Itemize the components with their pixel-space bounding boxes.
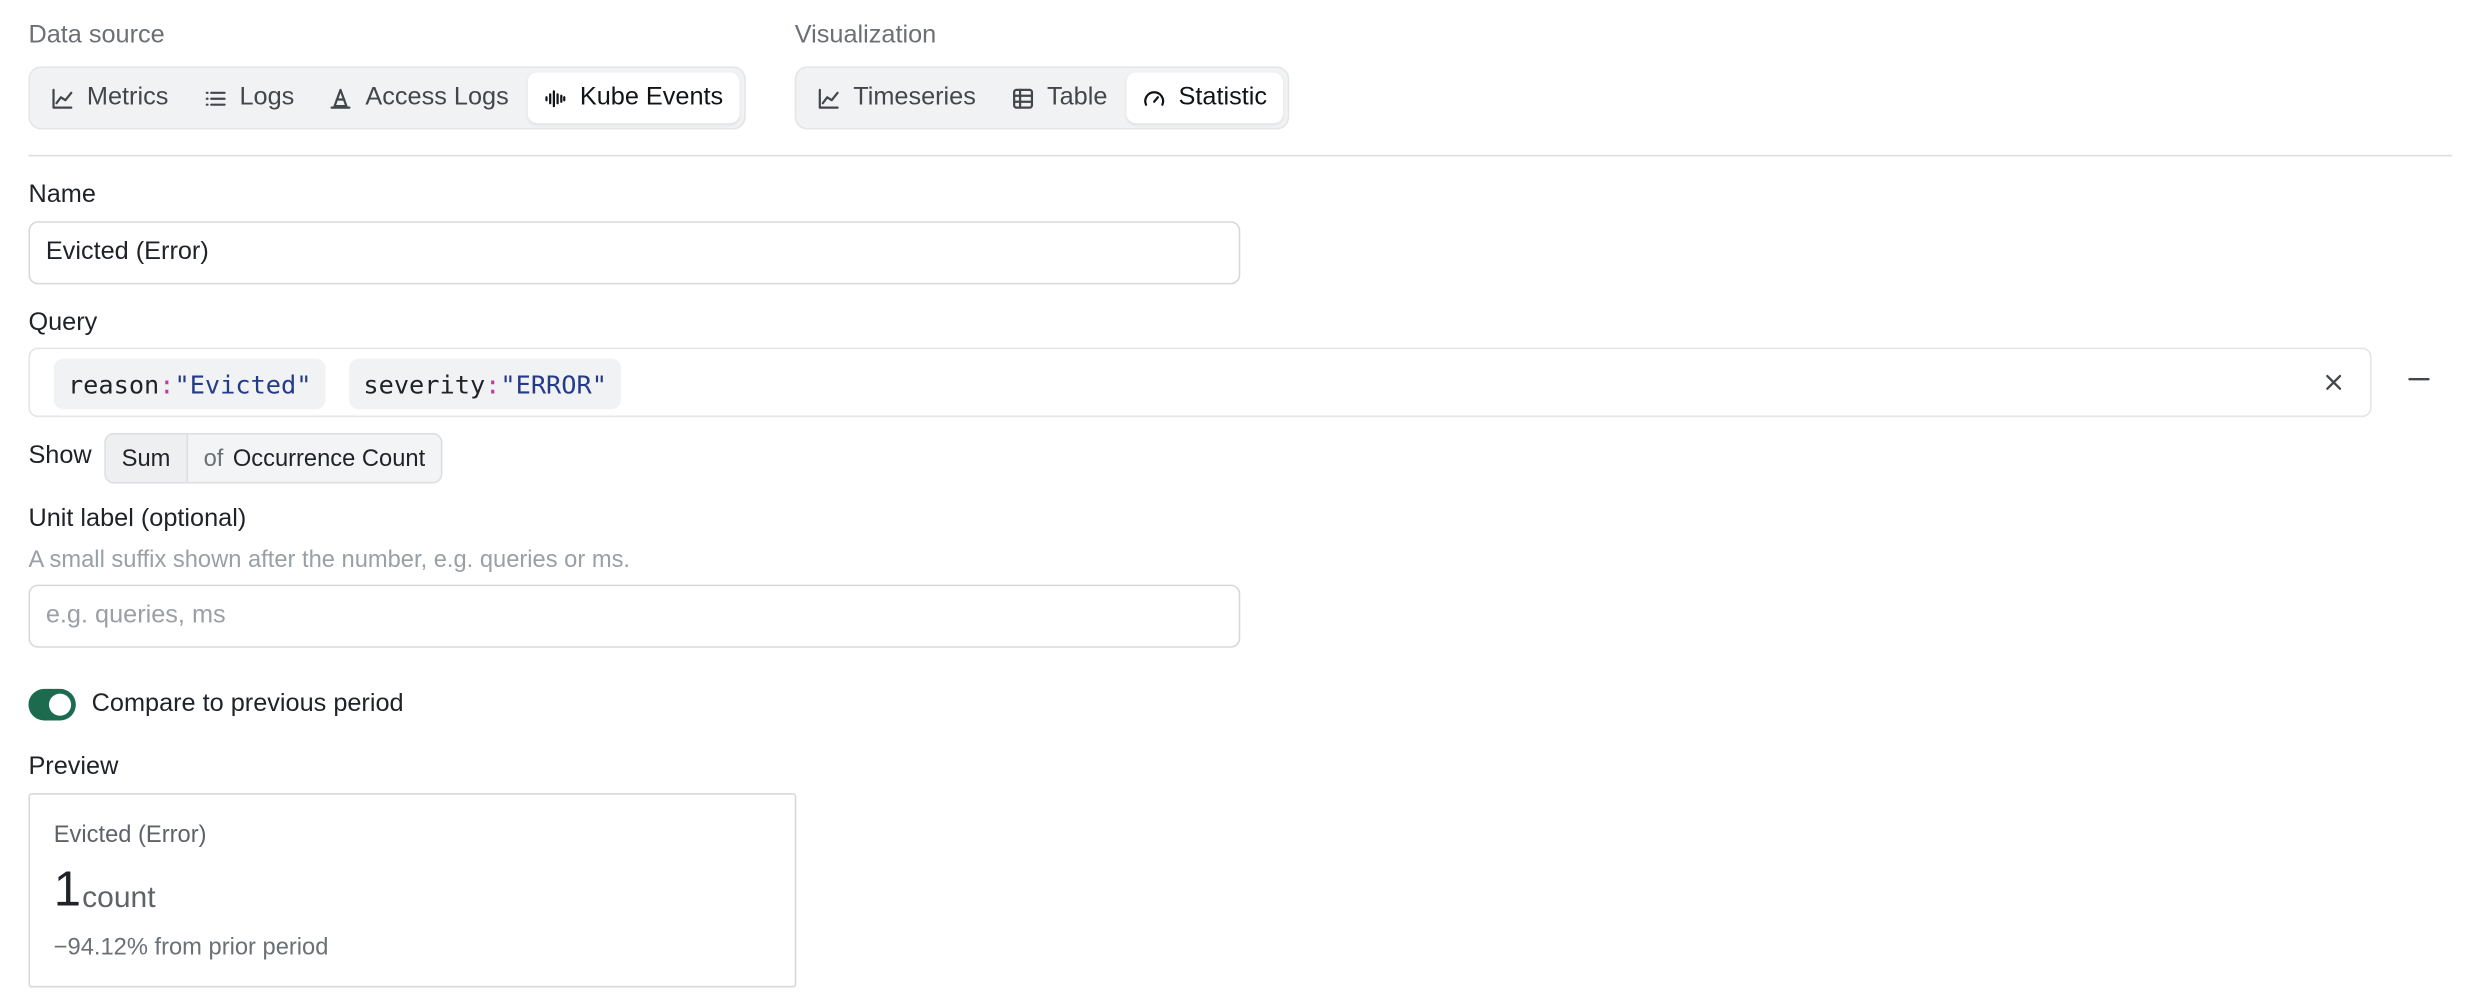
data-source-label: Data source [28, 22, 165, 49]
unit-input[interactable] [28, 584, 1241, 648]
data-source-kube-events-label: Kube Events [579, 83, 724, 111]
query-filter-key: reason [67, 368, 160, 399]
name-label: Name [28, 181, 96, 209]
clear-query-icon[interactable] [2319, 368, 2347, 396]
preview-title: Evicted (Error) [53, 821, 207, 849]
line-chart-icon [52, 87, 73, 108]
data-source-logs-label: Logs [239, 83, 295, 111]
query-filter-separator: : [485, 368, 501, 399]
compare-toggle-knob [48, 693, 72, 716]
aggregation-field-button[interactable]: of Occurrence Count [188, 445, 441, 472]
visualization-label: Visualization [794, 22, 937, 49]
compare-toggle-label[interactable]: Compare to previous period [92, 690, 404, 718]
data-source-kube-events[interactable]: Kube Events [527, 72, 739, 124]
gauge-icon [1144, 90, 1164, 105]
preview-delta: −94.12% from prior period [53, 933, 329, 961]
aggregation-field-name: Occurrence Count [232, 444, 426, 472]
query-filter-key: severity [363, 368, 486, 399]
table-icon [1012, 87, 1033, 108]
name-input[interactable] [28, 221, 1241, 285]
waveform-icon [545, 89, 566, 107]
data-source-metrics[interactable]: Metrics [35, 73, 184, 124]
unit-label: Unit label (optional) [28, 505, 247, 533]
data-source-selector: Metrics Logs Access Logs Kube Events [28, 66, 746, 130]
unit-hint: A small suffix shown after the number, e… [28, 546, 631, 574]
query-filter-value: "ERROR" [500, 368, 607, 399]
preview-value: 1 [53, 861, 81, 917]
query-filter-chip[interactable]: reason: "Evicted" [53, 358, 326, 410]
data-source-logs[interactable]: Logs [187, 73, 310, 124]
query-editor[interactable]: reason: "Evicted" severity: "ERROR" [28, 347, 2372, 418]
visualization-statistic[interactable]: Statistic [1126, 72, 1283, 124]
cone-icon [330, 87, 351, 108]
line-chart-icon [818, 87, 839, 108]
aggregation-selector: Sum of Occurrence Count [104, 432, 443, 484]
aggregation-of-text: of [203, 444, 224, 472]
query-filter-chip[interactable]: severity: "ERROR" [349, 358, 622, 410]
query-filter-separator: : [159, 368, 175, 399]
visualization-selector: Timeseries Table Statistic [794, 66, 1290, 130]
list-icon [204, 90, 225, 105]
visualization-timeseries-label: Timeseries [853, 83, 976, 111]
visualization-timeseries[interactable]: Timeseries [801, 73, 992, 124]
section-divider [28, 154, 2453, 157]
remove-query-icon[interactable] [2405, 365, 2433, 393]
visualization-table-label: Table [1046, 83, 1108, 111]
data-source-metrics-label: Metrics [86, 83, 169, 111]
show-label: Show [28, 442, 92, 470]
preview-card: Evicted (Error) 1 count −94.12% from pri… [28, 793, 797, 988]
visualization-table[interactable]: Table [995, 73, 1123, 124]
aggregation-function-button[interactable]: Sum [105, 434, 188, 482]
data-source-access-logs-label: Access Logs [365, 83, 509, 111]
preview-label: Preview [28, 753, 119, 781]
data-source-access-logs[interactable]: Access Logs [313, 73, 524, 124]
query-filter-value: "Evicted" [174, 368, 312, 399]
compare-toggle[interactable] [28, 688, 76, 721]
preview-unit: count [82, 881, 156, 915]
visualization-statistic-label: Statistic [1178, 83, 1268, 111]
query-label: Query [28, 309, 98, 337]
